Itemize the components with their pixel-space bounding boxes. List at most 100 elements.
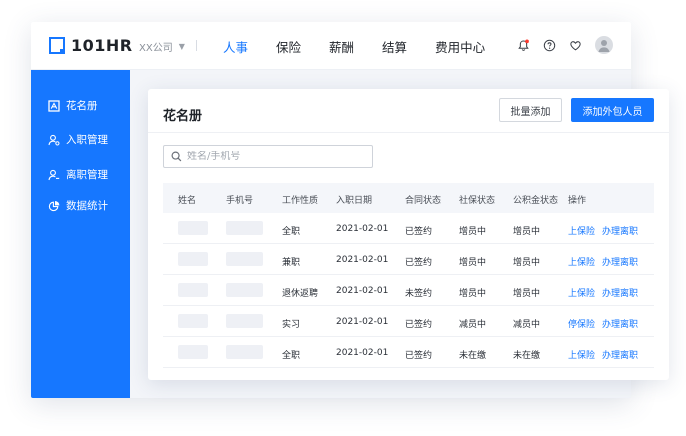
roster-table: 姓名 手机号 工作性质 入职日期 合同状态 社保状态 公积金状态 操作 全职 2… xyxy=(163,183,654,368)
onboarding-icon xyxy=(47,133,60,146)
sidebar-item-label: 花名册 xyxy=(66,100,98,112)
heart-icon[interactable] xyxy=(567,37,583,53)
panel-divider xyxy=(148,132,669,133)
work-type: 全职 xyxy=(282,351,301,361)
sidebar-item-roster[interactable]: 花名册 xyxy=(47,98,98,113)
contract-status: 已签约 xyxy=(405,258,433,268)
nav-item-billing[interactable]: 费用中心 xyxy=(435,37,485,56)
phone-placeholder xyxy=(226,345,263,359)
page-title: 花名册 xyxy=(163,109,203,124)
search-icon xyxy=(171,151,182,162)
fund-status: 增员中 xyxy=(513,258,541,268)
insurance-action-link[interactable]: 上保险 xyxy=(568,224,595,237)
batch-add-button[interactable]: 批量添加 xyxy=(499,98,562,122)
name-placeholder xyxy=(178,314,208,328)
contract-status: 已签约 xyxy=(405,227,433,237)
join-date: 2021-02-01 xyxy=(336,224,389,234)
work-type: 全职 xyxy=(282,227,301,237)
header-tools xyxy=(505,36,613,54)
sidebar: 花名册 入职管理 离职管理 数据统计 xyxy=(31,70,130,398)
nav-item-hr[interactable]: 人事 xyxy=(223,37,248,56)
col-fund: 公积金状态 xyxy=(513,196,559,206)
header-divider xyxy=(196,40,197,51)
work-type: 退休返聘 xyxy=(282,289,319,299)
phone-placeholder xyxy=(226,221,263,235)
contract-status: 未签约 xyxy=(405,289,433,299)
resign-action-link[interactable]: 办理离职 xyxy=(602,348,638,361)
social-status: 增员中 xyxy=(459,258,487,268)
nav-item-insurance[interactable]: 保险 xyxy=(276,37,301,56)
nav-item-salary[interactable]: 薪酬 xyxy=(329,37,354,56)
sidebar-item-statistics[interactable]: 数据统计 xyxy=(47,198,108,213)
roster-panel: 花名册 批量添加 添加外包人员 姓名 手机号 工作性质 入职日期 合同状态 社保… xyxy=(148,89,669,380)
top-bar: 101HR XX公司 ▼ 人事 保险 薪酬 结算 费用中心 xyxy=(31,22,631,70)
col-join-date: 入职日期 xyxy=(336,196,373,206)
resign-action-link[interactable]: 办理离职 xyxy=(602,224,638,237)
insurance-action-link[interactable]: 上保险 xyxy=(568,286,595,299)
offboarding-icon xyxy=(47,168,60,181)
join-date: 2021-02-01 xyxy=(336,348,389,358)
sidebar-item-label: 离职管理 xyxy=(66,169,108,181)
col-name: 姓名 xyxy=(178,196,197,206)
table-row: 退休返聘 2021-02-01 未签约 增员中 增员中 上保险 办理离职 xyxy=(163,275,654,306)
phone-placeholder xyxy=(226,252,263,266)
sidebar-item-offboarding[interactable]: 离职管理 xyxy=(47,167,108,182)
contract-status: 已签约 xyxy=(405,320,433,330)
col-work-type: 工作性质 xyxy=(282,196,319,206)
insurance-action-link[interactable]: 上保险 xyxy=(568,255,595,268)
name-placeholder xyxy=(178,283,208,297)
brand-name: 101HR xyxy=(71,36,133,55)
social-status: 增员中 xyxy=(459,227,487,237)
work-type: 兼职 xyxy=(282,258,301,268)
sidebar-item-label: 入职管理 xyxy=(66,134,108,146)
brand-logo[interactable]: 101HR xyxy=(49,36,133,55)
table-row: 全职 2021-02-01 已签约 增员中 增员中 上保险 办理离职 xyxy=(163,213,654,244)
social-status: 增员中 xyxy=(459,289,487,299)
col-actions: 操作 xyxy=(568,196,587,206)
fund-status: 增员中 xyxy=(513,227,541,237)
user-avatar-icon[interactable] xyxy=(595,36,613,54)
insurance-action-link[interactable]: 停保险 xyxy=(568,317,595,330)
name-placeholder xyxy=(178,345,208,359)
search-box xyxy=(163,145,373,168)
company-name: XX公司 xyxy=(139,43,173,54)
sidebar-item-onboarding[interactable]: 入职管理 xyxy=(47,132,108,147)
name-placeholder xyxy=(178,252,208,266)
insurance-action-link[interactable]: 上保险 xyxy=(568,348,595,361)
sidebar-item-label: 数据统计 xyxy=(66,200,108,212)
resign-action-link[interactable]: 办理离职 xyxy=(602,255,638,268)
contract-status: 已签约 xyxy=(405,351,433,361)
col-contract: 合同状态 xyxy=(405,196,442,206)
social-status: 未在缴 xyxy=(459,351,487,361)
name-placeholder xyxy=(178,221,208,235)
phone-placeholder xyxy=(226,314,263,328)
table-row: 兼职 2021-02-01 已签约 增员中 增员中 上保险 办理离职 xyxy=(163,244,654,275)
logo-mark-icon xyxy=(49,37,66,55)
fund-status: 未在缴 xyxy=(513,351,541,361)
social-status: 减员中 xyxy=(459,320,487,330)
chart-pie-icon xyxy=(47,199,60,212)
phone-placeholder xyxy=(226,283,263,297)
fund-status: 增员中 xyxy=(513,289,541,299)
col-phone: 手机号 xyxy=(226,196,254,206)
add-outsource-button[interactable]: 添加外包人员 xyxy=(571,98,654,122)
company-selector[interactable]: XX公司 ▼ xyxy=(139,39,185,54)
bell-icon[interactable] xyxy=(515,37,531,53)
resign-action-link[interactable]: 办理离职 xyxy=(602,286,638,299)
main-nav: 人事 保险 薪酬 结算 费用中心 xyxy=(223,37,513,56)
table-row: 全职 2021-02-01 已签约 未在缴 未在缴 上保险 办理离职 xyxy=(163,337,654,368)
work-type: 实习 xyxy=(282,320,301,330)
help-icon[interactable] xyxy=(541,37,557,53)
join-date: 2021-02-01 xyxy=(336,286,389,296)
join-date: 2021-02-01 xyxy=(336,255,389,265)
fund-status: 减员中 xyxy=(513,320,541,330)
resign-action-link[interactable]: 办理离职 xyxy=(602,317,638,330)
join-date: 2021-02-01 xyxy=(336,317,389,327)
roster-icon xyxy=(47,99,60,112)
nav-item-settlement[interactable]: 结算 xyxy=(382,37,407,56)
caret-down-icon: ▼ xyxy=(178,42,185,51)
table-row: 实习 2021-02-01 已签约 减员中 减员中 停保险 办理离职 xyxy=(163,306,654,337)
table-header: 姓名 手机号 工作性质 入职日期 合同状态 社保状态 公积金状态 操作 xyxy=(163,183,654,213)
col-social: 社保状态 xyxy=(459,196,496,206)
search-input[interactable] xyxy=(187,151,367,162)
